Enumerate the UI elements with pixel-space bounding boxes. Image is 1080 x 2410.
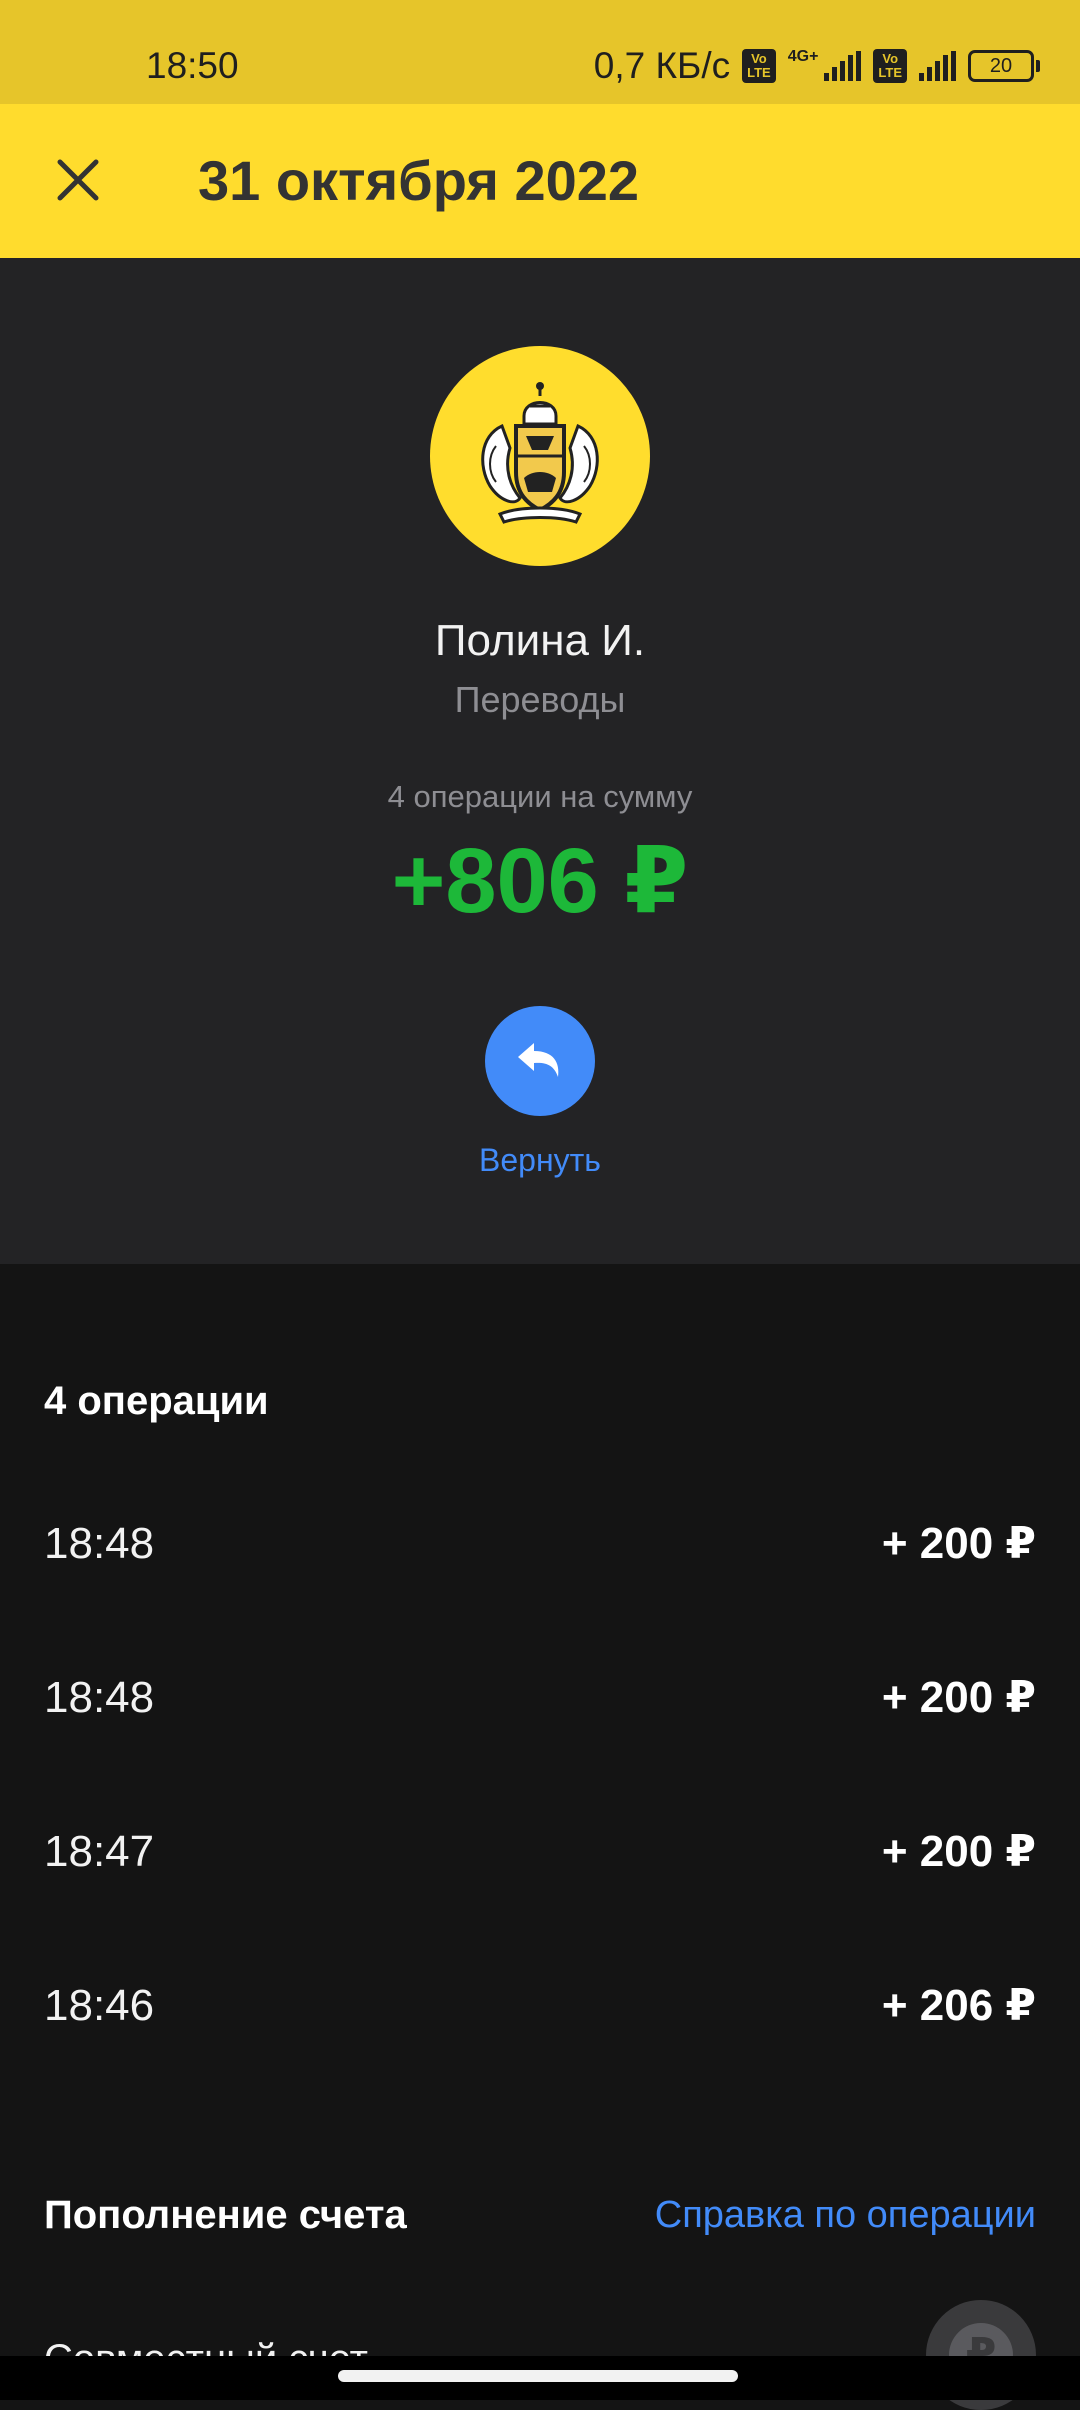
signal-strength-icon — [824, 51, 862, 81]
operation-type-title: Пополнение счета — [44, 2193, 407, 2237]
operation-summary: Полина И. Переводы 4 операции на сумму +… — [0, 258, 1080, 1264]
status-time: 18:50 — [146, 45, 239, 86]
return-arrow-icon — [518, 1043, 559, 1077]
operation-row[interactable]: 18:46 + 206 ₽ — [0, 1924, 1080, 2078]
volte-icon: Vo LTE — [742, 49, 776, 83]
operation-amount: + 200 ₽ — [881, 1519, 1036, 1568]
operation-amount: + 200 ₽ — [881, 1673, 1036, 1722]
operation-time: 18:48 — [44, 1673, 155, 1722]
system-navigation-bar — [0, 2356, 1080, 2400]
battery-level: 20 — [968, 50, 1034, 82]
operation-amount: + 200 ₽ — [881, 1827, 1036, 1876]
operation-time: 18:47 — [44, 1827, 155, 1876]
refund-label[interactable]: Вернуть — [0, 1140, 1080, 1180]
operation-row[interactable]: 18:47 + 200 ₽ — [0, 1770, 1080, 1924]
home-indicator[interactable] — [338, 2370, 738, 2382]
total-amount: +806 ₽ — [391, 830, 689, 932]
app-header: 31 октября 2022 — [0, 104, 1080, 258]
operations-summary-label: 4 операции на сумму — [387, 779, 693, 814]
avatar — [430, 346, 650, 566]
operation-row[interactable]: 18:48 + 200 ₽ — [0, 1462, 1080, 1616]
status-indicators: 0,7 КБ/с Vo LTE 4G+ Vo LTE 20 — [594, 44, 1040, 88]
category-label: Переводы — [454, 679, 626, 720]
account-name: Совместный счет — [44, 2334, 368, 2358]
operations-list: 18:48 + 200 ₽ 18:48 + 200 ₽ 18:47 + 200 … — [0, 1462, 1080, 2078]
page-title: 31 октября 2022 — [198, 149, 640, 212]
account-row[interactable]: Совместный счет — [0, 2320, 1080, 2358]
network-speed: 0,7 КБ/с — [593, 45, 731, 86]
operation-help-link[interactable]: Справка по операции — [655, 2190, 1036, 2240]
battery-icon: 20 — [968, 50, 1040, 82]
counterparty-name: Полина И. — [434, 616, 646, 665]
operation-time: 18:46 — [44, 1981, 155, 2030]
refund-button[interactable] — [485, 1006, 595, 1116]
operation-amount: + 206 ₽ — [881, 1981, 1036, 2030]
close-icon — [57, 159, 99, 201]
network-type: 4G+ — [787, 48, 819, 65]
signal-strength-icon-sim2 — [919, 51, 956, 81]
tinkoff-crest-logo-icon — [481, 382, 599, 524]
operations-title: 4 операции — [44, 1379, 269, 1423]
volte-icon-sim2: Vo LTE — [873, 49, 907, 83]
operation-row[interactable]: 18:48 + 200 ₽ — [0, 1616, 1080, 1770]
status-bar: 18:50 0,7 КБ/с Vo LTE 4G+ Vo LTE 20 — [0, 0, 1080, 104]
operation-time: 18:48 — [44, 1519, 155, 1568]
close-button[interactable] — [38, 140, 118, 220]
